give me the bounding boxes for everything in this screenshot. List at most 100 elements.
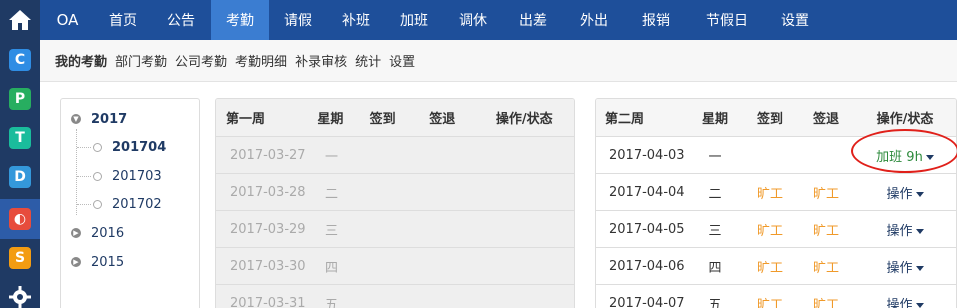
nav-settings[interactable]: 设置 [767, 0, 823, 40]
table-row: 2017-04-07 五 旷工 旷工 操作 [596, 285, 956, 308]
app-d-icon[interactable]: D [9, 166, 31, 188]
row-weekday: 五 [325, 297, 339, 308]
circle-icon [93, 171, 102, 181]
action-dropdown[interactable]: 操作 [854, 257, 956, 276]
tree-year-2016[interactable]: ▶ 2016 [71, 223, 124, 243]
action-dropdown[interactable]: 操作 [854, 294, 956, 308]
table-row: 2017-04-04 二 旷工 旷工 操作 [596, 174, 956, 211]
caret-down-icon [915, 302, 924, 308]
row-weekday: 四 [325, 260, 339, 276]
table-header: 第二周 星期 签到 签退 操作/状态 [596, 99, 956, 137]
row-weekday: 一 [325, 149, 339, 165]
tree-month-201702[interactable]: 201702 [93, 194, 162, 214]
tree-connector [77, 147, 91, 148]
overtime-label: 加班 9h [876, 149, 923, 165]
overtime-status-dropdown[interactable]: 加班 9h [854, 146, 956, 165]
row-date: 2017-03-31 [230, 295, 306, 308]
subnav-supplement-review[interactable]: 补录审核 [295, 51, 347, 70]
row-date: 2017-04-07 [609, 295, 685, 308]
month-tree: ▼ 2017 201704 201703 201702 ▶ 2016 ▶ 201… [60, 98, 200, 308]
nav-notice[interactable]: 公告 [151, 0, 211, 40]
table-row: 2017-03-30 四 [216, 248, 574, 285]
subnav-dept-attendance[interactable]: 部门考勤 [115, 51, 167, 70]
app-attendance-icon[interactable]: ◐ [9, 208, 31, 230]
app-s-icon[interactable]: S [9, 247, 31, 269]
nav-holidays[interactable]: 节假日 [687, 0, 767, 40]
app-t-icon[interactable]: T [9, 127, 31, 149]
tree-month-label: 201703 [112, 168, 162, 184]
table-row: 2017-04-06 四 旷工 旷工 操作 [596, 248, 956, 285]
col-action: 操作/状态 [876, 112, 934, 127]
col-week: 第二周 [605, 112, 645, 127]
nav-attendance[interactable]: 考勤 [211, 0, 269, 40]
nav-makeup[interactable]: 补班 [327, 0, 385, 40]
row-checkout: 旷工 [812, 260, 839, 276]
row-checkin: 旷工 [756, 223, 783, 239]
tree-connector [76, 129, 77, 215]
nav-overtime[interactable]: 加班 [385, 0, 443, 40]
row-weekday: 三 [325, 223, 339, 239]
subnav-settings[interactable]: 设置 [389, 51, 415, 70]
table-row: 2017-04-03 一 加班 9h [596, 137, 956, 174]
chevron-right-icon: ▶ [71, 257, 81, 267]
row-weekday: 三 [708, 223, 722, 239]
chevron-right-icon: ▶ [71, 228, 81, 238]
subnav-company-attendance[interactable]: 公司考勤 [175, 51, 227, 70]
tree-year-2017[interactable]: ▼ 2017 [71, 109, 127, 129]
row-weekday: 四 [708, 260, 722, 276]
col-weekday: 星期 [701, 112, 728, 127]
brand-label[interactable]: OA [40, 0, 95, 40]
subnav-statistics[interactable]: 统计 [355, 51, 381, 70]
table-row: 2017-03-27 一 [216, 137, 574, 174]
row-checkin: 旷工 [756, 186, 783, 202]
action-label: 操作 [886, 186, 913, 202]
table-row: 2017-03-29 三 [216, 211, 574, 248]
caret-down-icon [915, 265, 924, 271]
row-weekday: 一 [708, 149, 722, 165]
row-date: 2017-03-27 [230, 147, 306, 163]
row-weekday: 二 [325, 186, 339, 202]
row-date: 2017-04-05 [609, 221, 685, 237]
app-c-icon[interactable]: C [9, 49, 31, 71]
app-p-icon[interactable]: P [9, 88, 31, 110]
action-dropdown[interactable]: 操作 [854, 183, 956, 202]
col-checkin: 签到 [369, 112, 396, 127]
week2-table: 第二周 星期 签到 签退 操作/状态 2017-04-03 一 加班 9h 20… [595, 98, 957, 308]
row-date: 2017-03-28 [230, 184, 306, 200]
nav-compensatory[interactable]: 调休 [443, 0, 503, 40]
row-weekday: 二 [708, 186, 722, 202]
nav-outing[interactable]: 外出 [563, 0, 625, 40]
tree-year-label: 2016 [91, 225, 125, 241]
col-week: 第一周 [226, 112, 266, 127]
tree-month-201704[interactable]: 201704 [93, 137, 166, 157]
row-checkout: 旷工 [812, 223, 839, 239]
action-label: 操作 [886, 297, 913, 308]
tree-month-201703[interactable]: 201703 [93, 166, 162, 186]
week1-table: 第一周 星期 签到 签退 操作/状态 2017-03-27 一 2017-03-… [215, 98, 575, 308]
row-checkin: 旷工 [756, 260, 783, 276]
row-date: 2017-03-30 [230, 258, 306, 274]
action-dropdown[interactable]: 操作 [854, 220, 956, 239]
nav-reimbursement[interactable]: 报销 [625, 0, 687, 40]
row-checkin: 旷工 [756, 297, 783, 308]
home-icon[interactable] [0, 0, 40, 40]
gear-icon[interactable] [9, 286, 31, 308]
tree-year-2015[interactable]: ▶ 2015 [71, 252, 124, 272]
nav-home[interactable]: 首页 [95, 0, 151, 40]
caret-down-icon [915, 228, 924, 234]
nav-business-trip[interactable]: 出差 [503, 0, 563, 40]
col-weekday: 星期 [317, 112, 344, 127]
subnav-my-attendance[interactable]: 我的考勤 [55, 51, 107, 70]
subnav-attendance-details[interactable]: 考勤明细 [235, 51, 287, 70]
nav-leave[interactable]: 请假 [269, 0, 327, 40]
row-checkout: 旷工 [812, 297, 839, 308]
row-date: 2017-04-04 [609, 184, 685, 200]
tree-month-label: 201704 [112, 139, 167, 155]
tree-month-label: 201702 [112, 196, 162, 212]
tree-year-label: 2015 [91, 254, 125, 270]
col-action: 操作/状态 [495, 112, 553, 127]
col-checkout: 签退 [429, 112, 456, 127]
top-nav: OA 首页 公告 考勤 请假 补班 加班 调休 出差 外出 报销 节假日 设置 [40, 0, 957, 40]
table-row: 2017-04-05 三 旷工 旷工 操作 [596, 211, 956, 248]
col-checkin: 签到 [756, 112, 783, 127]
